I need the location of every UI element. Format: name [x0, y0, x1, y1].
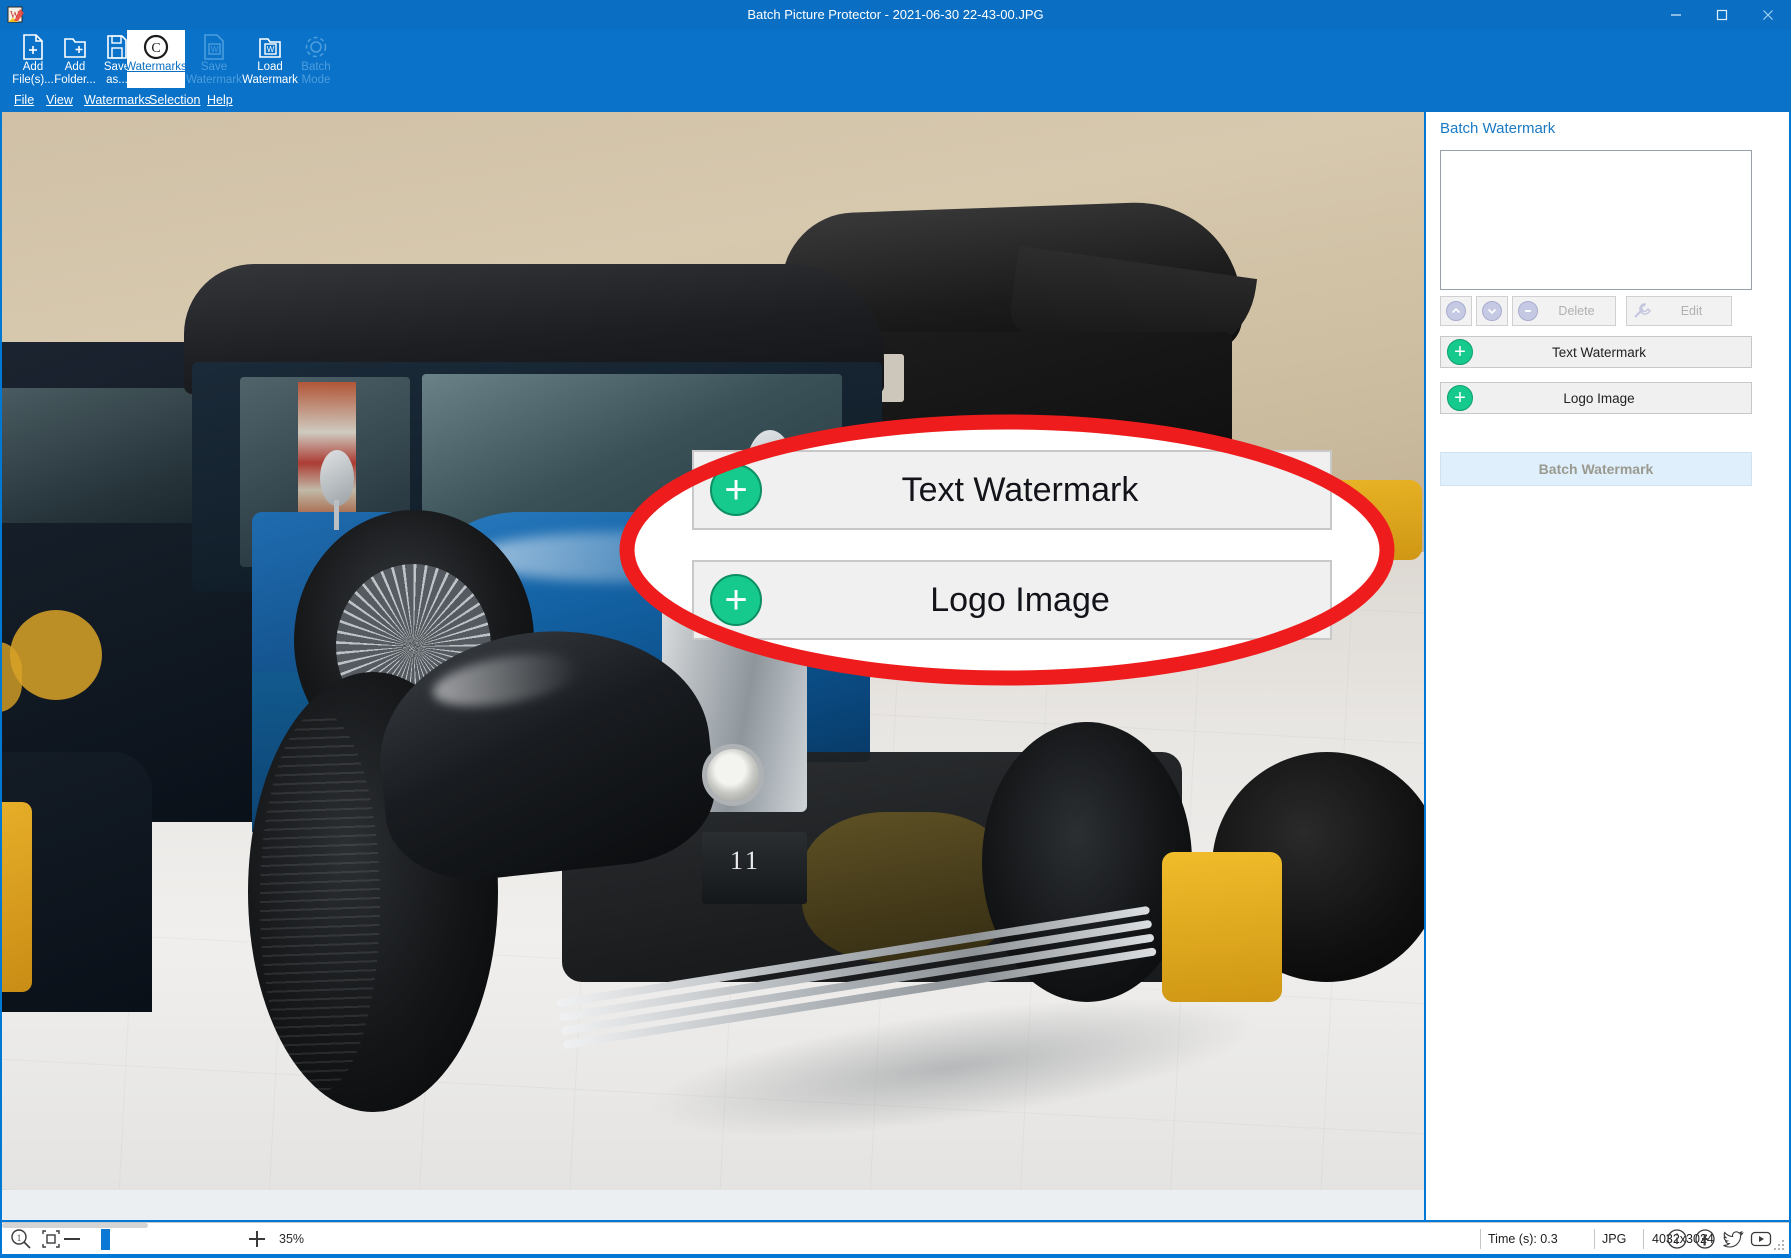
callout-add-text-watermark-button[interactable]: + Text Watermark [692, 450, 1332, 530]
panel-title: Batch Watermark [1440, 120, 1556, 137]
photo-right-car-yellow-fender [1162, 852, 1282, 1002]
toolbar-label: Save Watermark [186, 61, 242, 86]
callout-text-watermark-label: Text Watermark [901, 470, 1139, 509]
svg-text:W: W [267, 45, 275, 54]
svg-text:C: C [151, 41, 160, 56]
plus-circle-icon: + [710, 464, 762, 516]
menu-item-file[interactable]: File [14, 88, 34, 112]
chevron-down-icon [1482, 301, 1502, 321]
edit-button: Edit [1626, 296, 1732, 326]
menu-item-view[interactable]: View [46, 88, 73, 112]
magnifier-1to1-icon[interactable]: 1 [10, 1228, 32, 1250]
menu-item-selection[interactable]: Selection [149, 88, 200, 112]
add-text-watermark-button[interactable]: + Text Watermark [1440, 336, 1752, 368]
plus-circle-icon: + [1447, 385, 1473, 411]
zoom-out-button[interactable] [62, 1223, 82, 1255]
add-logo-image-label: Logo Image [1563, 390, 1635, 406]
add-text-watermark-label: Text Watermark [1551, 344, 1646, 360]
application-window: W Batch Picture Protector - 2021-06-30 2… [0, 0, 1791, 1258]
zoom-in-button[interactable] [247, 1223, 267, 1255]
close-button[interactable] [1745, 0, 1791, 30]
facebook-icon[interactable] [1694, 1228, 1716, 1250]
magnifier-callout: + Text Watermark + Logo Image [612, 405, 1402, 695]
svg-text:1: 1 [17, 1233, 22, 1243]
plus-circle-icon: + [1447, 339, 1473, 365]
maximize-button[interactable] [1699, 0, 1745, 30]
photo-blue-car-headlight [702, 744, 764, 806]
status-file-format: JPG [1602, 1232, 1627, 1246]
license-plate-number: 11 [730, 846, 762, 875]
save-watermark-icon: W [201, 33, 227, 61]
minimize-button[interactable] [1653, 0, 1699, 30]
edit-button-label: Edit [1680, 304, 1703, 318]
load-watermark-icon: W [257, 33, 283, 61]
menu-item-watermarks[interactable]: Watermarks [84, 88, 151, 112]
add-file-icon [20, 33, 46, 61]
status-separator [1594, 1229, 1595, 1249]
resize-grip[interactable] [1773, 1239, 1785, 1251]
photo-license-plate: 11 [702, 832, 807, 904]
youtube-play-icon[interactable] [1750, 1228, 1772, 1250]
status-separator [1480, 1229, 1481, 1249]
canvas-bottom-strip [2, 1190, 1424, 1220]
status-zoom-icons: 1 [10, 1223, 62, 1255]
fit-to-window-icon[interactable] [40, 1228, 62, 1250]
twitter-bird-icon[interactable] [1722, 1228, 1744, 1250]
delete-button: Delete [1512, 296, 1616, 326]
toolbar-button-watermarks[interactable]: C Watermarks [125, 30, 187, 88]
info-circle-icon[interactable] [1666, 1228, 1688, 1250]
move-down-button [1476, 296, 1508, 326]
photo-left-car-yellow [2, 802, 32, 992]
window-title: Batch Picture Protector - 2021-06-30 22-… [747, 7, 1044, 22]
toolbar: Add File(s)... Add Folder... Save as... … [0, 30, 1791, 88]
photo-blue-car-tire-tread [260, 712, 380, 1092]
batch-watermark-button: Batch Watermark [1440, 452, 1752, 486]
status-time: Time (s): 0.3 [1488, 1232, 1558, 1246]
plus-circle-icon: + [710, 574, 762, 626]
svg-text:W: W [211, 45, 219, 54]
photo-blue-car-mirror [320, 450, 354, 530]
callout-add-logo-image-button[interactable]: + Logo Image [692, 560, 1332, 640]
zoom-slider-thumb[interactable] [101, 1229, 110, 1250]
chevron-up-icon [1446, 301, 1466, 321]
toolbar-label: Batch Mode [301, 61, 331, 86]
status-separator [1643, 1229, 1644, 1249]
gear-icon [303, 33, 329, 61]
delete-button-label: Delete [1558, 304, 1595, 318]
batch-watermark-panel: Batch Watermark Delete Edit + Text Water… [1426, 112, 1789, 1220]
callout-logo-image-label: Logo Image [930, 580, 1110, 619]
toolbar-button-save-watermark: W Save Watermark [185, 30, 243, 88]
toolbar-button-batch-mode: Batch Mode [287, 30, 345, 88]
menu-item-help[interactable]: Help [207, 88, 233, 112]
title-bar: W Batch Picture Protector - 2021-06-30 2… [0, 0, 1791, 30]
wrench-icon [1632, 301, 1652, 321]
add-folder-icon [62, 33, 88, 61]
minus-circle-icon [1518, 301, 1538, 321]
watermark-list[interactable] [1440, 150, 1752, 290]
zoom-level-value: 35% [279, 1232, 305, 1246]
callout-content: + Text Watermark + Logo Image [692, 450, 1332, 650]
add-logo-image-button[interactable]: + Logo Image [1440, 382, 1752, 414]
photo-left-car-wheel [10, 610, 102, 700]
move-up-button [1440, 296, 1472, 326]
menu-bar: File View Watermarks Selection Help [0, 88, 1791, 112]
toolbar-label: Watermarks [125, 61, 187, 73]
status-bar: 1 35% Time (s): 0.3 JPG 4032x3024 [2, 1222, 1789, 1254]
photo-left-car-glass [2, 388, 216, 523]
copyright-icon: C [142, 33, 170, 61]
status-social-links [1666, 1223, 1772, 1255]
